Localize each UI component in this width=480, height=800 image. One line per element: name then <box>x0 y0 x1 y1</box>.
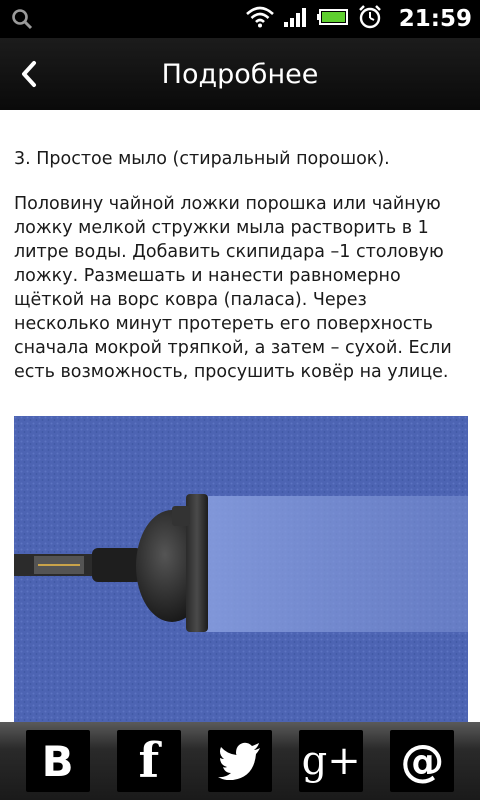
twitter-icon <box>217 742 260 780</box>
email-icon: @ <box>400 735 445 787</box>
google-plus-icon: g+ <box>301 738 361 784</box>
alarm-icon <box>357 4 383 34</box>
google-plus-share-button[interactable]: g+ <box>299 730 364 792</box>
facebook-share-button[interactable]: f <box>116 730 181 792</box>
page-title: Подробнее <box>161 58 319 90</box>
battery-icon <box>316 6 349 32</box>
signal-icon <box>283 6 309 32</box>
chevron-left-icon <box>22 61 36 87</box>
share-bar: B f g+ @ <box>0 722 480 800</box>
status-bar: 21:59 <box>0 0 480 38</box>
vk-icon: B <box>41 736 74 786</box>
vk-share-button[interactable]: B <box>25 730 90 792</box>
email-share-button[interactable]: @ <box>390 730 455 792</box>
facebook-icon: f <box>138 733 160 789</box>
clock: 21:59 <box>398 6 472 32</box>
search-icon <box>10 7 34 31</box>
vacuum-cleaner-photo <box>14 416 468 722</box>
article-body: Половину чайной ложки порошка или чайную… <box>14 194 452 382</box>
article-heading: 3. Простое мыло (стиральный порошок). <box>14 149 390 169</box>
app-bar: Подробнее <box>0 38 480 110</box>
article-content[interactable]: 3. Простое мыло (стиральный порошок). По… <box>0 110 480 722</box>
back-button[interactable] <box>14 58 46 90</box>
wifi-icon <box>245 5 275 33</box>
twitter-share-button[interactable] <box>207 730 272 792</box>
